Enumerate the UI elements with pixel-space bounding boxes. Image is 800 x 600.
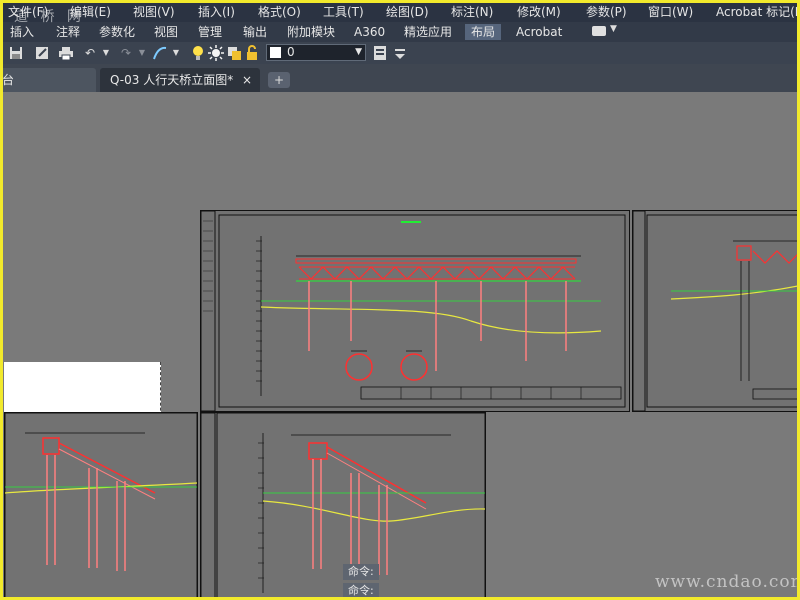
- menu-parameters[interactable]: 参数(P): [586, 3, 627, 20]
- undo-icon[interactable]: ↶: [82, 45, 98, 61]
- customize-toolbar-icon[interactable]: [392, 45, 408, 61]
- drawing-canvas[interactable]: 命令: 命令: www.cndao.com: [0, 92, 800, 600]
- ribbon-tab-a360[interactable]: A360: [348, 24, 391, 40]
- redo-icon[interactable]: ↷: [118, 45, 134, 61]
- ribbon-tab-insert[interactable]: 插入: [4, 24, 40, 40]
- ribbon-tab-addins[interactable]: 附加模块: [281, 24, 341, 40]
- watermark-site-text: www.cndao.com: [655, 572, 800, 592]
- menu-dimension[interactable]: 标注(N): [451, 3, 493, 20]
- command-line-history-1: 命令:: [343, 564, 379, 580]
- ribbon-panel-toggle-icon[interactable]: [592, 26, 606, 36]
- ribbon-tab-annotate[interactable]: 注释: [50, 24, 86, 40]
- ribbon-tab-parametric[interactable]: 参数化: [93, 24, 141, 40]
- undo-dropdown-icon[interactable]: ▼: [98, 45, 114, 61]
- layer-color-swatch: [270, 47, 281, 58]
- menu-window[interactable]: 窗口(W): [648, 3, 693, 20]
- layer-dropdown-arrow-icon[interactable]: ▼: [355, 45, 362, 60]
- ribbon-tab-layout[interactable]: 布局: [465, 24, 502, 40]
- lock-icon[interactable]: [244, 45, 260, 61]
- quick-access-toolbar: ↶ ▼ ↷ ▼ ▼: [0, 42, 800, 64]
- tab-drawing-label: Q-03 人行天桥立面图*: [110, 73, 234, 87]
- menu-insert[interactable]: 插入(I): [198, 3, 235, 20]
- viewport-main-elevation[interactable]: [200, 210, 630, 412]
- lightbulb-icon[interactable]: [190, 45, 206, 61]
- ribbon-dropdown-icon[interactable]: ▼: [610, 24, 617, 34]
- layer-freeze-icon[interactable]: [226, 45, 242, 61]
- sun-icon[interactable]: [208, 45, 224, 61]
- right-elevation-drawing: [632, 210, 800, 412]
- redo-dropdown-icon[interactable]: ▼: [134, 45, 150, 61]
- pier-elevation-drawing-left: [4, 412, 198, 600]
- menu-modify[interactable]: 修改(M): [517, 3, 561, 20]
- document-tab-bar: 台 Q-03 人行天桥立面图* ×: [0, 64, 800, 92]
- tab-start[interactable]: 台: [0, 68, 96, 92]
- bridge-elevation-drawing: [200, 210, 626, 412]
- new-tab-button[interactable]: +: [268, 72, 290, 88]
- menu-bar: 文件(F) 编辑(E) 视图(V) 插入(I) 格式(O) 工具(T) 绘图(D…: [0, 0, 800, 22]
- save-as-icon[interactable]: [34, 45, 50, 61]
- save-icon[interactable]: [8, 45, 24, 61]
- menu-view[interactable]: 视图(V): [133, 3, 175, 20]
- ribbon-tab-acrobat[interactable]: Acrobat: [510, 24, 568, 40]
- command-line-prompt[interactable]: 命令:: [343, 583, 379, 599]
- menu-draw[interactable]: 绘图(D): [386, 3, 429, 20]
- match-properties-icon[interactable]: [152, 45, 168, 61]
- tab-drawing-q03[interactable]: Q-03 人行天桥立面图* ×: [100, 68, 260, 92]
- print-icon[interactable]: [58, 45, 74, 61]
- close-tab-icon[interactable]: ×: [242, 68, 252, 92]
- ribbon-tab-output[interactable]: 输出: [237, 24, 273, 40]
- viewport-lower-left[interactable]: [4, 412, 198, 600]
- layer-dropdown-value: 0: [287, 45, 295, 59]
- watermark-logo-text: 道 桥 网: [14, 9, 85, 25]
- ribbon-tab-view[interactable]: 视图: [148, 24, 184, 40]
- menu-tools[interactable]: 工具(T): [323, 3, 364, 20]
- layer-properties-icon[interactable]: [372, 45, 388, 61]
- viewport-right-elevation[interactable]: [632, 210, 800, 412]
- menu-format[interactable]: 格式(O): [258, 3, 301, 20]
- tab-start-label: 台: [2, 73, 15, 87]
- ribbon-tabs: 插入 注释 参数化 视图 管理 输出 附加模块 A360 精选应用 布局 Acr…: [0, 22, 800, 42]
- ribbon-tab-featured-apps[interactable]: 精选应用: [398, 24, 458, 40]
- layer-dropdown[interactable]: 0 ▼: [266, 44, 366, 61]
- match-dropdown-icon[interactable]: ▼: [168, 45, 184, 61]
- ribbon-tab-manage[interactable]: 管理: [192, 24, 228, 40]
- menu-acrobat-markup[interactable]: Acrobat 标记(I: [716, 3, 798, 20]
